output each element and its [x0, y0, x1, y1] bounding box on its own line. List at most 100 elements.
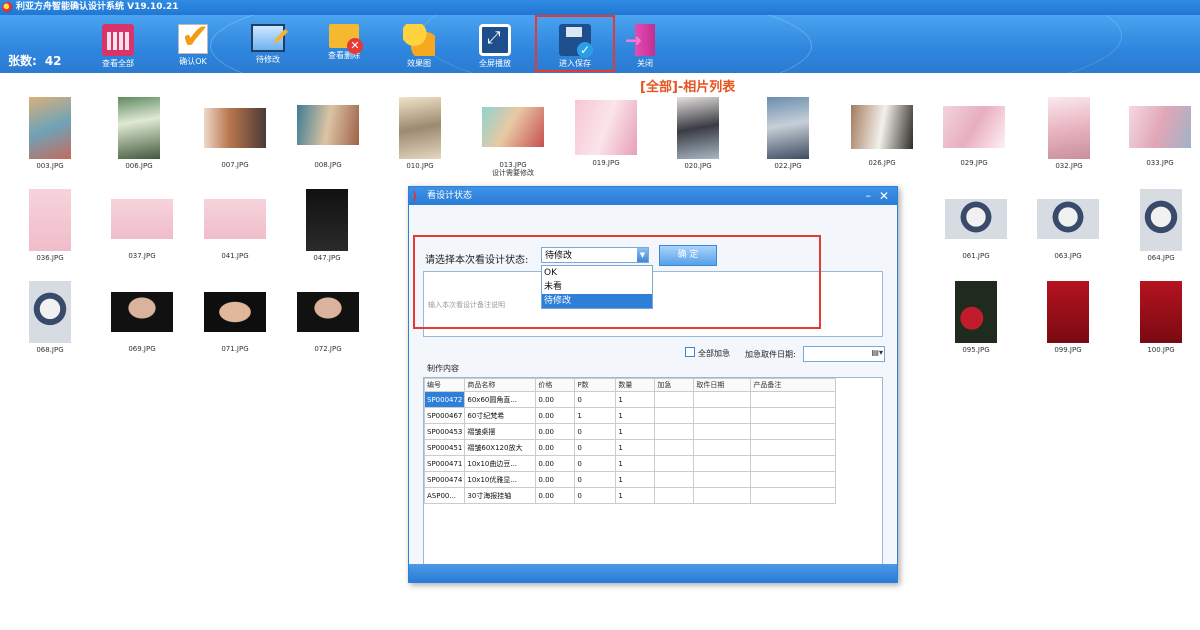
photo-thumbnail[interactable]: 003.JPG — [28, 97, 72, 170]
photo-thumbnail[interactable]: 008.JPG — [296, 105, 360, 169]
photo-thumbnail[interactable]: 037.JPG — [110, 199, 174, 260]
state-option-pending-edit[interactable]: 待修改 — [542, 294, 652, 308]
cell-price[interactable]: 0.00 — [535, 407, 576, 424]
fullscreen-play-button[interactable]: 全屏播放 — [465, 20, 525, 72]
photo-thumbnail[interactable]: 022.JPG — [766, 97, 810, 170]
confirm-button[interactable]: 确 定 — [659, 245, 717, 266]
photo-thumbnail[interactable]: 033.JPG — [1128, 106, 1192, 167]
state-option-ok[interactable]: OK — [542, 266, 652, 280]
dialog-title-bar[interactable]: ⟩ 看设计状态 – ✕ — [409, 187, 897, 205]
photo-thumbnail[interactable]: 071.JPG — [203, 292, 267, 353]
cell-urgent[interactable] — [654, 391, 695, 408]
col-header[interactable]: 数量 — [615, 378, 656, 392]
cell-p-count[interactable]: 0 — [574, 423, 617, 440]
cell-product-note[interactable] — [750, 423, 837, 440]
cell-code[interactable]: SP000453 — [424, 423, 466, 440]
cell-product-name[interactable]: 60寸纪梵希 — [464, 407, 537, 424]
cell-code[interactable]: ASP00... — [424, 487, 466, 504]
cell-code[interactable]: SP000451 — [424, 439, 466, 456]
col-header[interactable]: 加急 — [654, 378, 695, 392]
photo-thumbnail[interactable]: 029.JPG — [942, 106, 1006, 167]
table-row[interactable]: SP000453 褶皱桌摆 0.00 0 1 — [424, 423, 837, 440]
photo-thumbnail[interactable]: 036.JPG — [28, 189, 72, 262]
photo-thumbnail[interactable]: 006.JPG — [117, 97, 161, 170]
cell-urgent[interactable] — [654, 439, 695, 456]
cell-quantity[interactable]: 1 — [615, 439, 656, 456]
cell-pickup-date[interactable] — [693, 407, 752, 424]
cell-quantity[interactable]: 1 — [615, 423, 656, 440]
cell-product-name[interactable]: 10x10曲边豆... — [464, 455, 537, 472]
cell-p-count[interactable]: 0 — [574, 487, 617, 504]
notes-textarea[interactable]: 输入本次看设计备注说明 — [423, 271, 883, 337]
photo-thumbnail[interactable]: 026.JPG — [850, 105, 914, 167]
cell-p-count[interactable]: 1 — [574, 407, 617, 424]
table-row[interactable]: ASP00... 30寸海报挂轴 0.00 0 1 — [424, 487, 837, 504]
cell-pickup-date[interactable] — [693, 471, 752, 488]
minimize-icon[interactable]: – — [866, 187, 872, 205]
urgent-date-input[interactable]: ▤▾ — [803, 346, 885, 362]
cell-product-note[interactable] — [750, 471, 837, 488]
cell-product-note[interactable] — [750, 455, 837, 472]
table-row[interactable]: SP000474 10x10优雅显... 0.00 0 1 — [424, 471, 837, 488]
cell-price[interactable]: 0.00 — [535, 439, 576, 456]
cell-product-name[interactable]: 褶皱60X120放大 — [464, 439, 537, 456]
photo-thumbnail[interactable]: 068.JPG — [28, 281, 72, 354]
col-header[interactable]: 商品名称 — [464, 378, 537, 392]
cell-p-count[interactable]: 0 — [574, 391, 617, 408]
photo-thumbnail[interactable]: 010.JPG — [398, 97, 442, 170]
cell-quantity[interactable]: 1 — [615, 487, 656, 504]
close-button[interactable]: 关闭 — [615, 20, 675, 72]
col-header[interactable]: P数 — [574, 378, 617, 392]
photo-thumbnail[interactable]: 072.JPG — [296, 292, 360, 353]
all-urgent-checkbox[interactable]: 全部加急 — [685, 347, 730, 359]
photo-thumbnail[interactable]: 069.JPG — [110, 292, 174, 353]
photo-thumbnail[interactable]: 019.JPG — [574, 100, 638, 167]
cell-price[interactable]: 0.00 — [535, 391, 576, 408]
cell-p-count[interactable]: 0 — [574, 471, 617, 488]
effect-image-button[interactable]: 效果图 — [389, 20, 449, 72]
confirm-ok-button[interactable]: 确认OK — [163, 17, 223, 72]
chevron-down-icon[interactable]: ▼ — [637, 248, 648, 262]
state-option-unviewed[interactable]: 未看 — [542, 280, 652, 294]
close-icon[interactable]: ✕ — [879, 187, 889, 205]
cell-pickup-date[interactable] — [693, 391, 752, 408]
cell-product-name[interactable]: 30寸海报挂轴 — [464, 487, 537, 504]
enter-save-button[interactable]: 进入保存 — [535, 15, 615, 72]
cell-pickup-date[interactable] — [693, 487, 752, 504]
col-header[interactable]: 产品备注 — [750, 378, 837, 392]
photo-thumbnail[interactable]: 047.JPG — [305, 189, 349, 262]
cell-quantity[interactable]: 1 — [615, 407, 656, 424]
table-row[interactable]: SP000467 60寸纪梵希 0.00 1 1 — [424, 407, 837, 424]
cell-p-count[interactable]: 0 — [574, 439, 617, 456]
cell-product-note[interactable] — [750, 487, 837, 504]
cell-urgent[interactable] — [654, 423, 695, 440]
view-deleted-button[interactable]: 查看删除 — [314, 20, 374, 72]
cell-pickup-date[interactable] — [693, 455, 752, 472]
cell-urgent[interactable] — [654, 407, 695, 424]
cell-product-name[interactable]: 10x10优雅显... — [464, 471, 537, 488]
cell-code[interactable]: SP000471 — [424, 455, 466, 472]
cell-urgent[interactable] — [654, 455, 695, 472]
photo-thumbnail[interactable]: 100.JPG — [1139, 281, 1183, 354]
cell-quantity[interactable]: 1 — [615, 455, 656, 472]
cell-urgent[interactable] — [654, 487, 695, 504]
state-select[interactable]: 待修改 ▼ — [541, 247, 649, 263]
photo-thumbnail[interactable]: 063.JPG — [1036, 199, 1100, 260]
cell-price[interactable]: 0.00 — [535, 423, 576, 440]
col-header[interactable]: 取件日期 — [693, 378, 752, 392]
photo-thumbnail[interactable]: 095.JPG — [954, 281, 998, 354]
photo-thumbnail[interactable]: 032.JPG — [1047, 97, 1091, 170]
cell-code[interactable]: SP000474 — [424, 471, 466, 488]
pending-edit-button[interactable]: 待修改 — [238, 20, 298, 72]
photo-thumbnail[interactable]: 007.JPG — [203, 108, 267, 169]
cell-product-note[interactable] — [750, 407, 837, 424]
photo-thumbnail[interactable]: 061.JPG — [944, 199, 1008, 260]
calendar-dropdown-icon[interactable]: ▤▾ — [871, 348, 883, 357]
cell-product-note[interactable] — [750, 391, 837, 408]
cell-code[interactable]: SP000472 — [424, 391, 466, 408]
photo-thumbnail[interactable]: 064.JPG — [1139, 189, 1183, 262]
photo-thumbnail[interactable]: 013.JPG 设计需要修改 — [481, 107, 545, 177]
cell-code[interactable]: SP000467 — [424, 407, 466, 424]
cell-quantity[interactable]: 1 — [615, 471, 656, 488]
col-header[interactable]: 编号 — [424, 378, 466, 392]
